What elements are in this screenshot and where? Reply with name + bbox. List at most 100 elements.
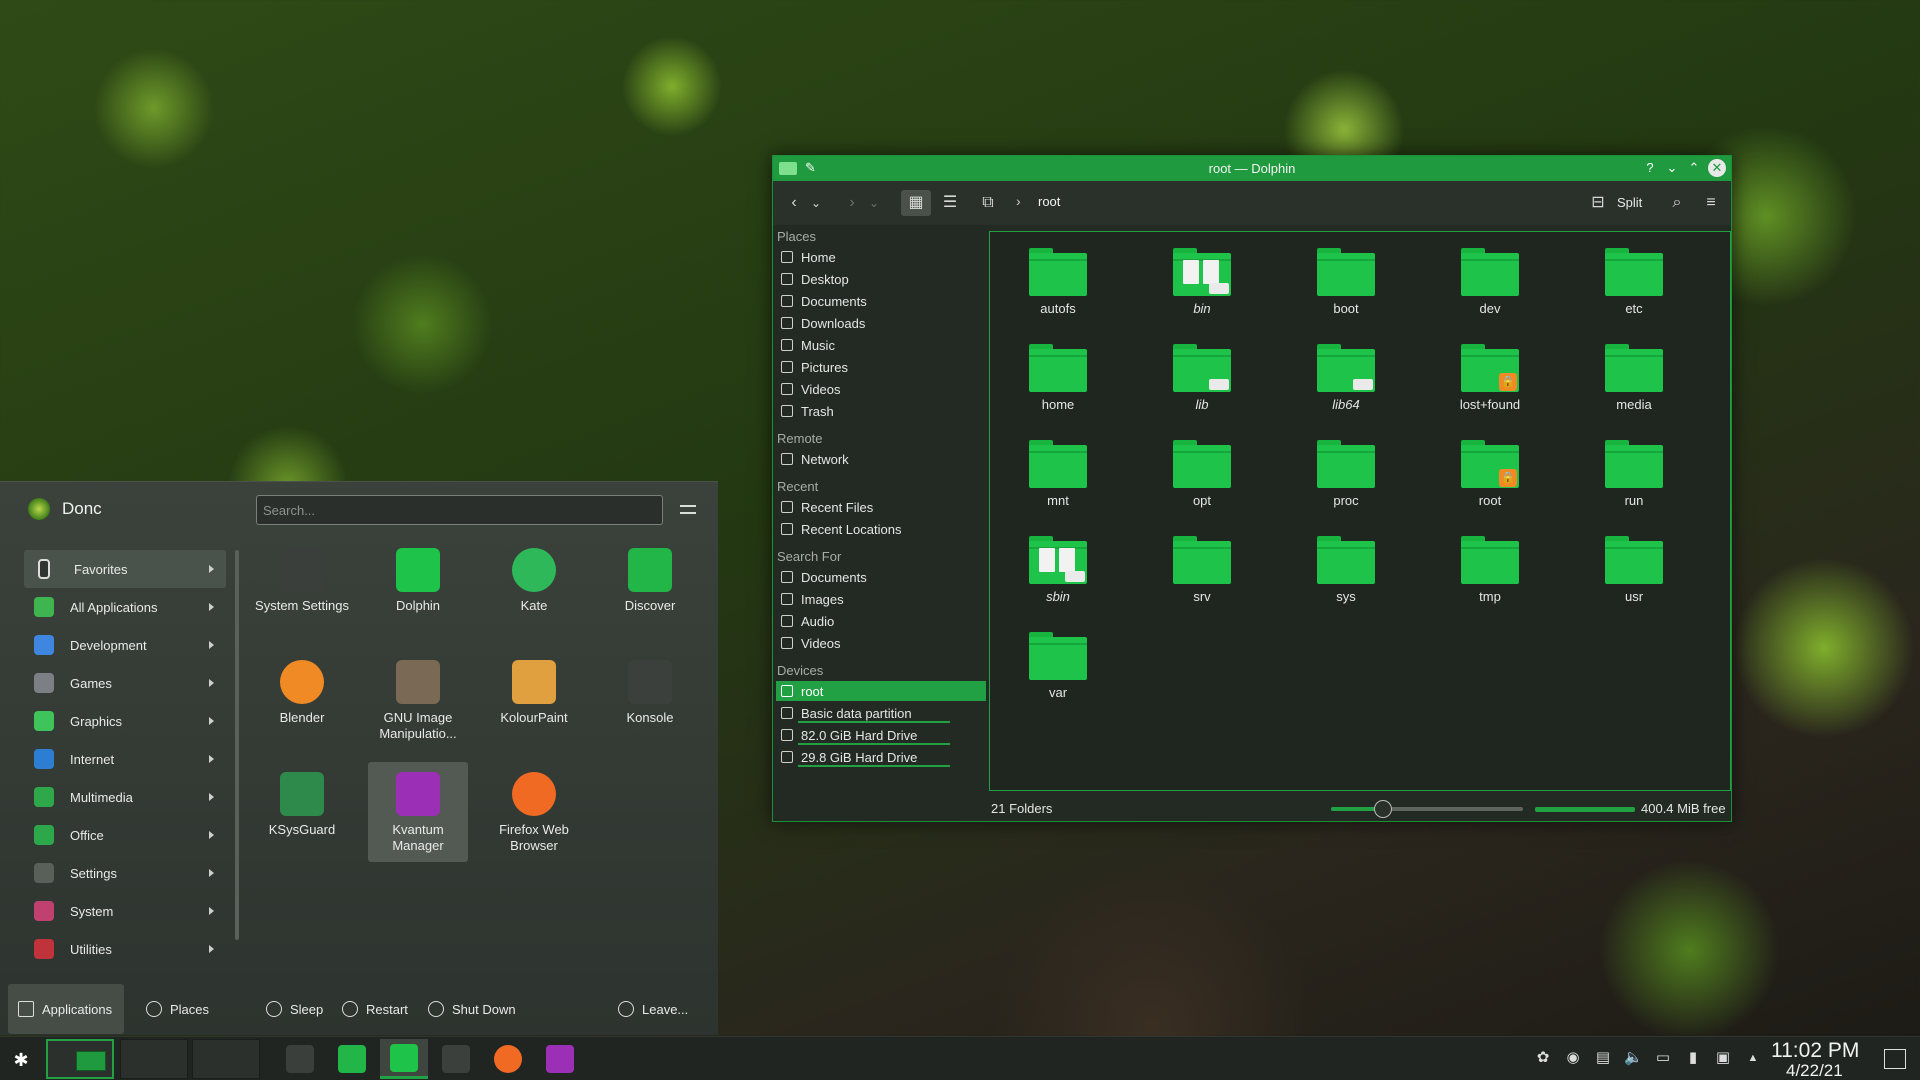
search-input[interactable] bbox=[256, 495, 663, 525]
task-dolphin[interactable] bbox=[380, 1039, 428, 1079]
network-icon[interactable]: ▣ bbox=[1714, 1049, 1732, 1067]
category-favorites[interactable]: Favorites bbox=[24, 550, 226, 588]
app-kvantum[interactable]: Kvantum Manager bbox=[368, 762, 468, 862]
app-discover[interactable]: Discover bbox=[600, 538, 700, 638]
category-system[interactable]: System bbox=[24, 892, 226, 930]
desktop-pager-1[interactable] bbox=[46, 1039, 114, 1079]
app-kate[interactable]: Kate bbox=[484, 538, 584, 638]
place-devices-root[interactable]: root bbox=[776, 681, 986, 701]
tab-applications[interactable]: Applications bbox=[8, 984, 124, 1034]
folder-item[interactable]: media bbox=[1574, 336, 1694, 414]
task-system-settings[interactable] bbox=[276, 1039, 324, 1079]
app-konsole[interactable]: Konsole bbox=[600, 650, 700, 750]
minimize-button[interactable]: ⌄ bbox=[1663, 159, 1681, 177]
back-history-button[interactable]: ⌄ bbox=[803, 190, 829, 216]
activities-icon[interactable]: ✿ bbox=[1534, 1049, 1552, 1067]
place-devices-29-8-gib-hard-drive[interactable]: 29.8 GiB Hard Drive bbox=[776, 747, 986, 767]
task-discover[interactable] bbox=[328, 1039, 376, 1079]
folder-item[interactable]: mnt bbox=[998, 432, 1118, 510]
app-blender[interactable]: Blender bbox=[252, 650, 352, 750]
category-utilities[interactable]: Utilities bbox=[24, 930, 226, 968]
place-places-music[interactable]: Music bbox=[776, 335, 986, 355]
details-view-button[interactable]: ☰ bbox=[937, 190, 963, 216]
show-desktop-button[interactable] bbox=[1884, 1049, 1906, 1069]
shutdown-button[interactable]: Shut Down bbox=[428, 984, 516, 1034]
close-button[interactable]: ✕ bbox=[1708, 159, 1726, 177]
folder-item[interactable]: sys bbox=[1286, 528, 1406, 606]
expand-arrow-icon[interactable]: ▲ bbox=[1744, 1049, 1762, 1067]
leave-button[interactable]: Leave... bbox=[618, 984, 688, 1034]
sleep-button[interactable]: Sleep bbox=[266, 984, 323, 1034]
vault-icon[interactable]: ◉ bbox=[1564, 1049, 1582, 1067]
folder-item[interactable]: 🔒 root bbox=[1430, 432, 1550, 510]
category-multimedia[interactable]: Multimedia bbox=[24, 778, 226, 816]
place-search_for-documents[interactable]: Documents bbox=[776, 567, 986, 587]
restart-button[interactable]: Restart bbox=[342, 984, 408, 1034]
display-icon[interactable]: ▭ bbox=[1654, 1049, 1672, 1067]
help-button[interactable]: ? bbox=[1641, 159, 1659, 177]
folder-item[interactable]: usr bbox=[1574, 528, 1694, 606]
place-places-desktop[interactable]: Desktop bbox=[776, 269, 986, 289]
app-firefox[interactable]: Firefox Web Browser bbox=[484, 762, 584, 862]
desktop-pager-2[interactable] bbox=[120, 1039, 188, 1079]
app-system-settings[interactable]: System Settings bbox=[252, 538, 352, 638]
hamburger-menu-button[interactable]: ≡ bbox=[1698, 190, 1724, 216]
zoom-slider-handle[interactable] bbox=[1373, 800, 1392, 818]
place-search_for-videos[interactable]: Videos bbox=[776, 633, 986, 653]
category-all-applications[interactable]: All Applications bbox=[24, 588, 226, 626]
folder-item[interactable]: lib bbox=[1142, 336, 1262, 414]
place-search_for-audio[interactable]: Audio bbox=[776, 611, 986, 631]
volume-icon[interactable]: 🔈 bbox=[1624, 1049, 1643, 1067]
category-scrollbar[interactable] bbox=[235, 550, 239, 940]
category-settings[interactable]: Settings bbox=[24, 854, 226, 892]
app-gimp[interactable]: GNU Image Manipulatio... bbox=[368, 650, 468, 750]
place-remote-network[interactable]: Network bbox=[776, 449, 986, 469]
folder-item[interactable]: autofs bbox=[998, 240, 1118, 318]
zoom-slider[interactable] bbox=[1331, 800, 1523, 818]
folder-item[interactable]: opt bbox=[1142, 432, 1262, 510]
user-avatar[interactable] bbox=[28, 498, 50, 520]
folder-item[interactable]: lib64 bbox=[1286, 336, 1406, 414]
split-button[interactable]: Split bbox=[1617, 195, 1642, 210]
app-ksysguard[interactable]: KSysGuard bbox=[252, 762, 352, 862]
place-devices-basic-data-partition[interactable]: Basic data partition bbox=[776, 703, 986, 723]
folder-item[interactable]: run bbox=[1574, 432, 1694, 510]
place-places-videos[interactable]: Videos bbox=[776, 379, 986, 399]
place-places-downloads[interactable]: Downloads bbox=[776, 313, 986, 333]
task-konsole[interactable] bbox=[432, 1039, 480, 1079]
battery-icon[interactable]: ▮ bbox=[1684, 1049, 1702, 1067]
category-development[interactable]: Development bbox=[24, 626, 226, 664]
task-kvantum[interactable] bbox=[536, 1039, 584, 1079]
folder-item[interactable]: home bbox=[998, 336, 1118, 414]
folder-item[interactable]: proc bbox=[1286, 432, 1406, 510]
tab-places[interactable]: Places bbox=[136, 984, 226, 1034]
desktop-pager-3[interactable] bbox=[192, 1039, 260, 1079]
folder-item[interactable]: dev bbox=[1430, 240, 1550, 318]
clock-time[interactable]: 11:02 PM bbox=[1771, 1039, 1859, 1063]
breadcrumb-root[interactable]: root bbox=[1038, 194, 1060, 209]
category-games[interactable]: Games bbox=[24, 664, 226, 702]
app-dolphin[interactable]: Dolphin bbox=[368, 538, 468, 638]
folder-view[interactable]: autofs bin boot dev etc home lib lib64 🔒 lost+fou… bbox=[989, 231, 1731, 791]
compact-view-button[interactable]: ⧉ bbox=[975, 190, 1001, 216]
search-button[interactable]: ⌕ bbox=[1664, 190, 1690, 216]
folder-item[interactable]: sbin bbox=[998, 528, 1118, 606]
icons-view-button[interactable]: ▦ bbox=[901, 190, 931, 216]
folder-item[interactable]: var bbox=[998, 624, 1118, 702]
folder-item[interactable]: bin bbox=[1142, 240, 1262, 318]
place-devices-82-0-gib-hard-drive[interactable]: 82.0 GiB Hard Drive bbox=[776, 725, 986, 745]
place-places-documents[interactable]: Documents bbox=[776, 291, 986, 311]
folder-item[interactable]: tmp bbox=[1430, 528, 1550, 606]
folder-item[interactable]: etc bbox=[1574, 240, 1694, 318]
category-office[interactable]: Office bbox=[24, 816, 226, 854]
category-graphics[interactable]: Graphics bbox=[24, 702, 226, 740]
place-recent-recent-files[interactable]: Recent Files bbox=[776, 497, 986, 517]
maximize-button[interactable]: ⌃ bbox=[1685, 159, 1703, 177]
place-places-home[interactable]: Home bbox=[776, 247, 986, 267]
application-launcher-button[interactable]: ✱ bbox=[8, 1047, 34, 1073]
app-kolourpaint[interactable]: KolourPaint bbox=[484, 650, 584, 750]
place-places-trash[interactable]: Trash bbox=[776, 401, 986, 421]
split-view-icon[interactable]: ⊟ bbox=[1585, 190, 1611, 216]
folder-item[interactable]: srv bbox=[1142, 528, 1262, 606]
place-recent-recent-locations[interactable]: Recent Locations bbox=[776, 519, 986, 539]
